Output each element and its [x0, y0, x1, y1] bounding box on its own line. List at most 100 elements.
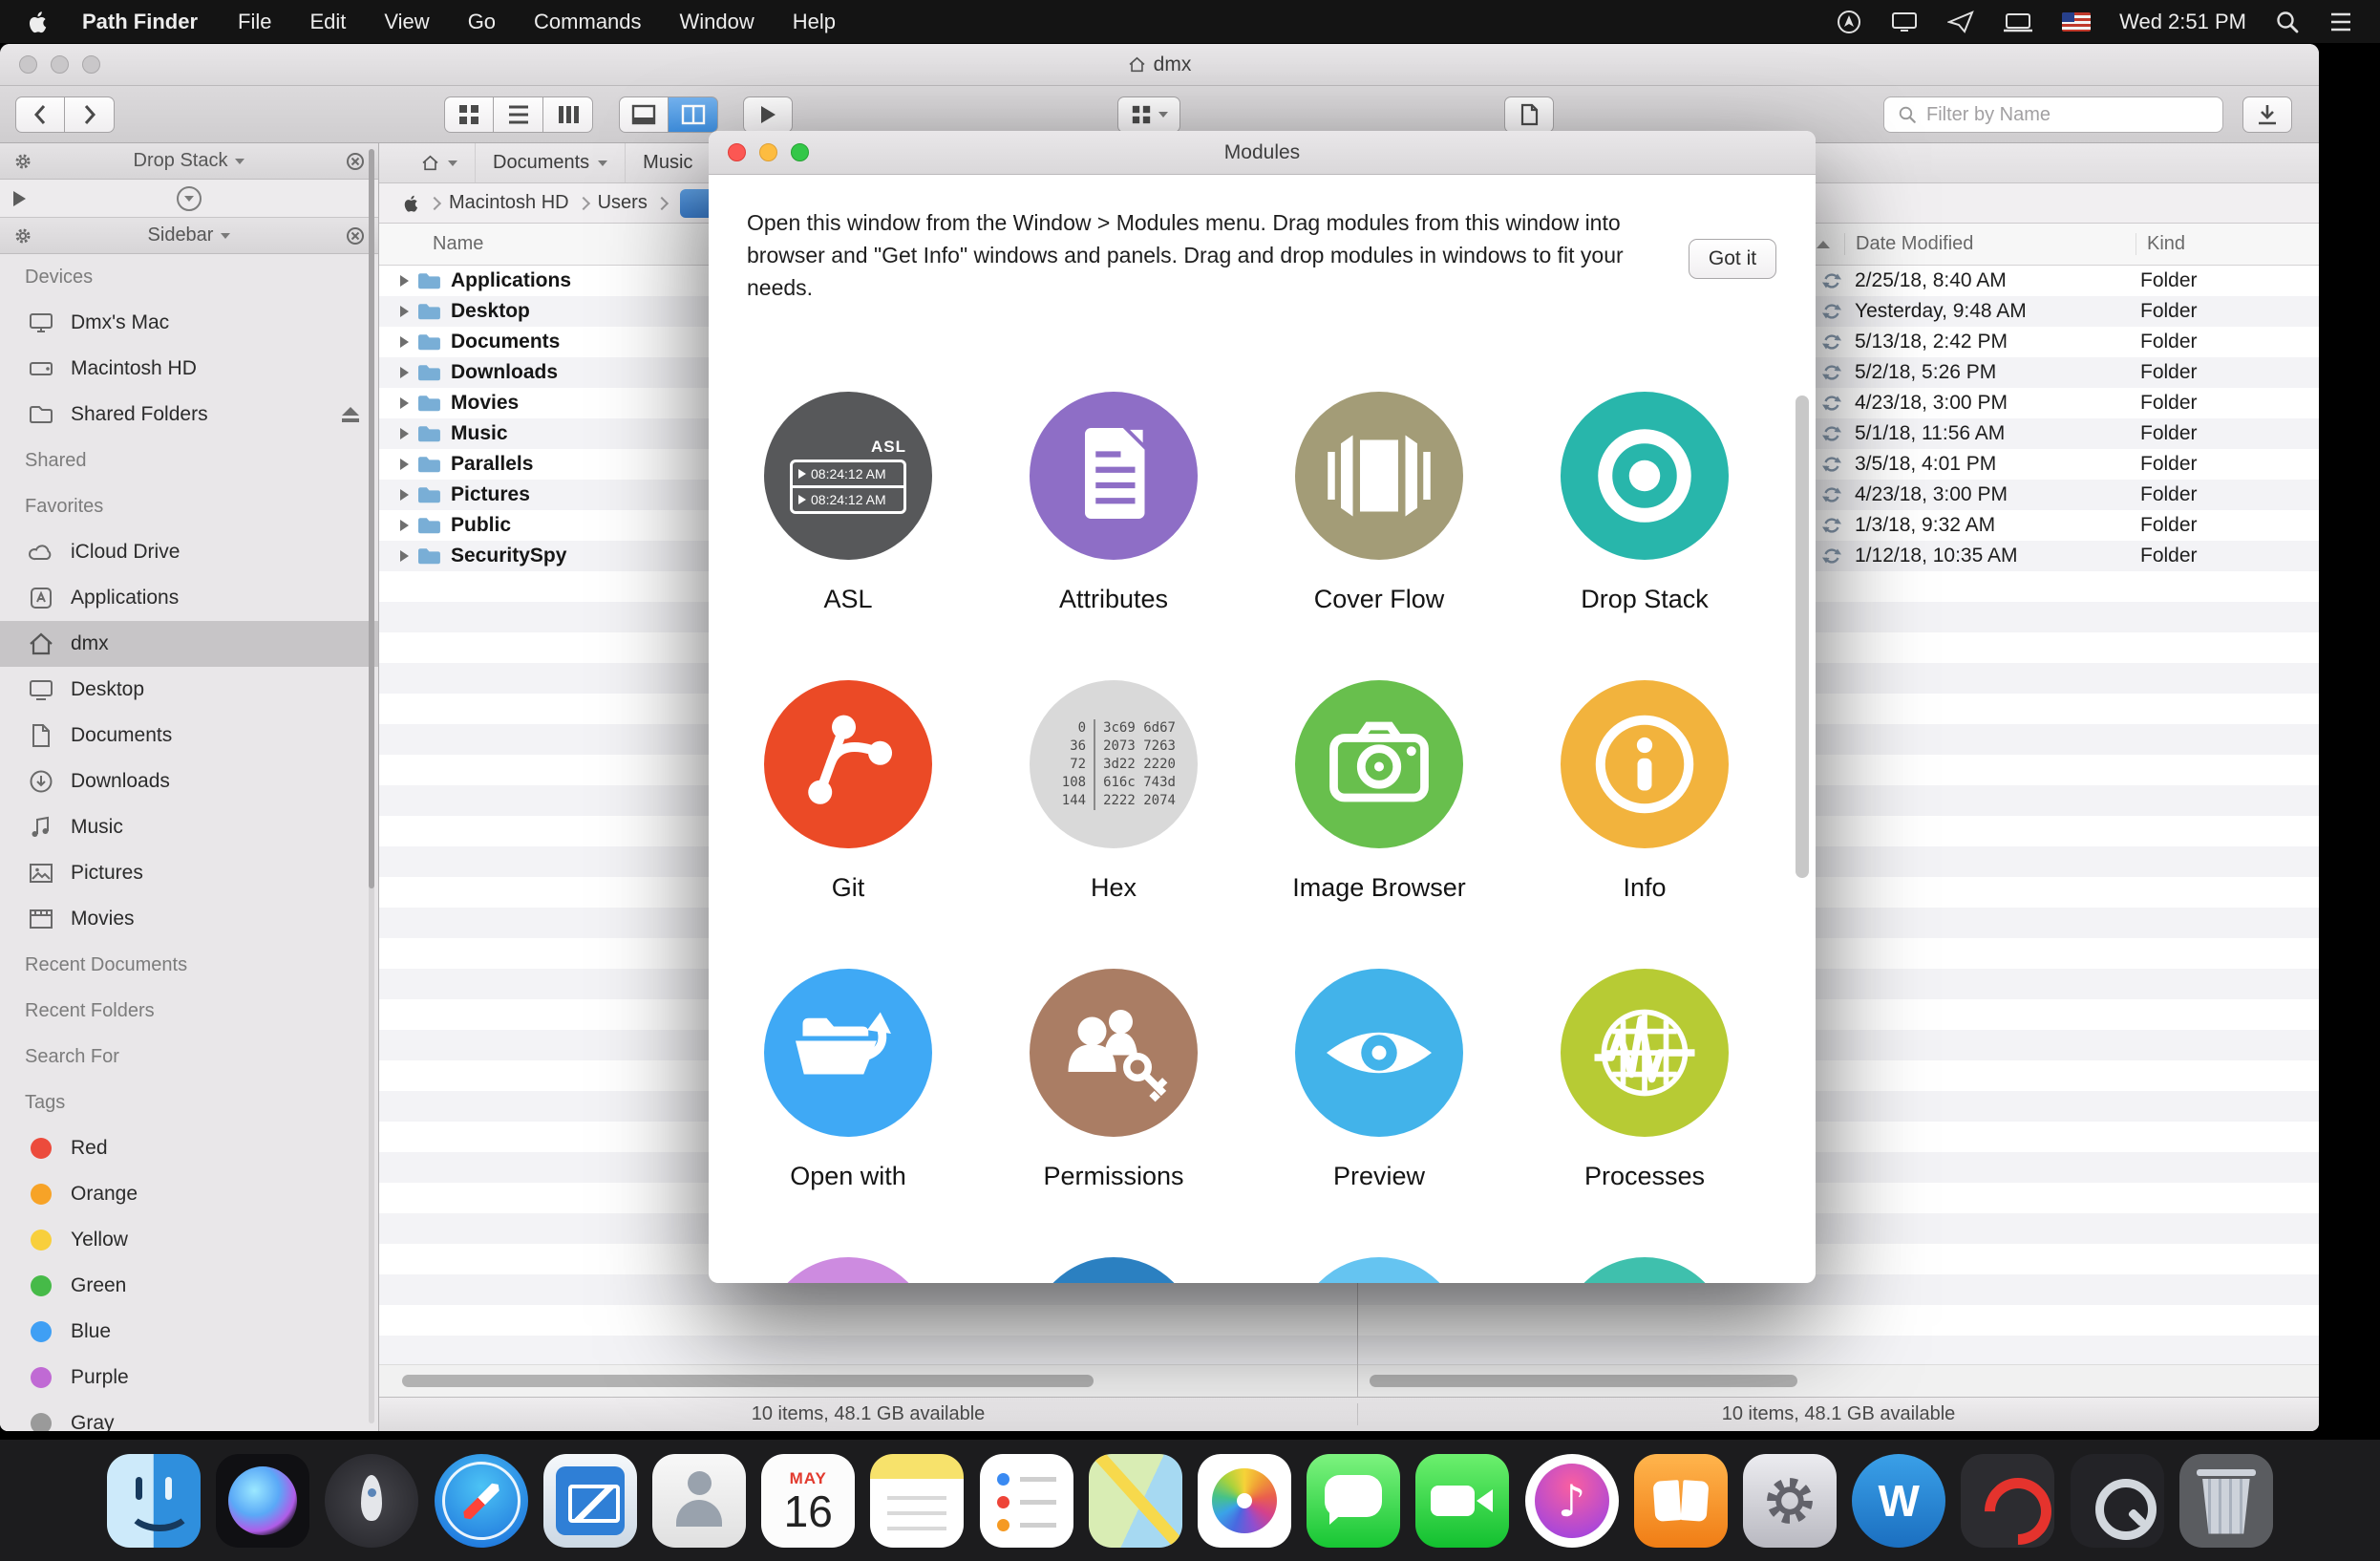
crumb-users[interactable]: Users [598, 192, 648, 214]
sidebar-section-recent-documents[interactable]: Recent Documents [0, 942, 378, 988]
eject-icon[interactable] [342, 407, 359, 422]
module-drop-stack[interactable]: Drop Stack [1512, 392, 1777, 680]
dock-siri-icon[interactable] [216, 1454, 309, 1548]
disclosure-triangle-icon[interactable] [400, 367, 409, 378]
dock-system-preferences-icon[interactable] [1743, 1454, 1837, 1548]
disclosure-triangle-icon[interactable] [400, 459, 409, 470]
music-crumb[interactable]: Music [626, 143, 711, 182]
apple-icon[interactable] [404, 194, 420, 213]
column-header-kind[interactable]: Kind [2136, 233, 2185, 255]
disclosure-triangle-icon[interactable] [400, 550, 409, 562]
sidebar-tag-orange[interactable]: Orange [0, 1171, 378, 1217]
back-button[interactable] [15, 96, 65, 133]
disclosure-triangle-icon[interactable] [400, 489, 409, 501]
sidebar-item-downloads[interactable]: Downloads [0, 759, 378, 804]
zoom-button[interactable] [791, 143, 809, 161]
module-partial-4[interactable] [1512, 1257, 1777, 1283]
module-info[interactable]: Info [1512, 680, 1777, 969]
menu-view[interactable]: View [384, 10, 429, 34]
sidebar-scrollbar[interactable] [369, 149, 374, 1423]
dock-trash-icon[interactable] [2179, 1454, 2273, 1548]
scrollbar-thumb[interactable] [369, 149, 374, 888]
sidebar-item-pictures[interactable]: Pictures [0, 850, 378, 896]
gear-icon[interactable] [13, 152, 32, 171]
module-asl[interactable]: ASL 08:24:12 AM 08:24:12 AM ASL [715, 392, 981, 680]
dock-itunes-icon[interactable] [1525, 1454, 1619, 1548]
drop-stack-header[interactable]: Drop Stack [0, 143, 378, 180]
location-status-icon[interactable] [1837, 10, 1861, 34]
icon-view-button[interactable] [444, 96, 494, 133]
menu-window[interactable]: Window [680, 10, 754, 34]
disclosure-play-icon[interactable] [13, 191, 26, 206]
dock-acrobat-icon[interactable] [1961, 1454, 2054, 1548]
paper-plane-status-icon[interactable] [1947, 10, 1974, 34]
sidebar-tag-red[interactable]: Red [0, 1125, 378, 1171]
drop-stack-target-icon[interactable] [177, 186, 202, 211]
sidebar-item-documents[interactable]: Documents [0, 713, 378, 759]
modules-scrollbar-thumb[interactable] [1796, 396, 1809, 878]
documents-crumb[interactable]: Documents [476, 143, 626, 182]
sidebar-tag-green[interactable]: Green [0, 1263, 378, 1309]
menu-go[interactable]: Go [468, 10, 496, 34]
column-view-button[interactable] [543, 96, 593, 133]
sidebar-tag-blue[interactable]: Blue [0, 1309, 378, 1355]
sidebar-item-applications[interactable]: Applications [0, 575, 378, 621]
module-processes[interactable]: Processes [1512, 969, 1777, 1257]
dock-mail-icon[interactable] [543, 1454, 637, 1548]
module-partial-2[interactable] [981, 1257, 1246, 1283]
module-git[interactable]: Git [715, 680, 981, 969]
sidebar-item-music[interactable]: Music [0, 804, 378, 850]
dock-photos-icon[interactable] [1198, 1454, 1291, 1548]
disclosure-triangle-icon[interactable] [400, 336, 409, 348]
app-menu-path-finder[interactable]: Path Finder [82, 10, 198, 34]
filter-input[interactable] [1926, 104, 2209, 126]
dock-maps-icon[interactable] [1089, 1454, 1182, 1548]
scrollbar-thumb[interactable] [1370, 1375, 1797, 1387]
bottom-drawer-button[interactable] [619, 96, 669, 133]
filter-field[interactable] [1883, 96, 2223, 133]
sidebar-tag-purple[interactable]: Purple [0, 1355, 378, 1401]
menu-help[interactable]: Help [793, 10, 836, 34]
notification-center-icon[interactable] [2328, 11, 2353, 33]
sidebar-item-dmx[interactable]: dmx [0, 621, 378, 667]
horizontal-scrollbar[interactable] [379, 1364, 1357, 1397]
module-attributes[interactable]: Attributes [981, 392, 1246, 680]
info-panel-button[interactable] [1504, 96, 1554, 133]
gear-icon[interactable] [13, 226, 32, 246]
sidebar-section-search-for[interactable]: Search For [0, 1034, 378, 1080]
close-panel-icon[interactable] [346, 226, 365, 246]
apple-menu[interactable] [0, 10, 82, 34]
dock-contacts-icon[interactable] [652, 1454, 746, 1548]
minimize-button[interactable] [759, 143, 777, 161]
sidebar-tag-yellow[interactable]: Yellow [0, 1217, 378, 1263]
sidebar-item-desktop[interactable]: Desktop [0, 667, 378, 713]
spotlight-icon[interactable] [2275, 10, 2300, 34]
scrollbar-thumb[interactable] [402, 1375, 1094, 1387]
close-button[interactable] [728, 143, 746, 161]
modules-title-bar[interactable]: Modules [709, 131, 1816, 175]
list-view-button[interactable] [494, 96, 543, 133]
home-crumb[interactable] [404, 143, 476, 182]
crumb-macintosh-hd[interactable]: Macintosh HD [449, 192, 569, 214]
window-title-bar[interactable]: dmx [0, 44, 2319, 86]
close-panel-icon[interactable] [346, 152, 365, 171]
menu-commands[interactable]: Commands [534, 10, 641, 34]
dock-ibooks-icon[interactable] [1634, 1454, 1728, 1548]
sidebar-item-dmxs-mac[interactable]: Dmx's Mac [0, 300, 378, 346]
dock-reminders-icon[interactable] [980, 1454, 1073, 1548]
sidebar-section-recent-folders[interactable]: Recent Folders [0, 988, 378, 1034]
view-options-dropdown[interactable] [1117, 96, 1180, 133]
sidebar-item-movies[interactable]: Movies [0, 896, 378, 942]
sidebar-item-shared-folders[interactable]: Shared Folders [0, 392, 378, 438]
dock-launchpad-icon[interactable] [325, 1454, 418, 1548]
play-button[interactable] [743, 96, 793, 133]
disclosure-triangle-icon[interactable] [400, 306, 409, 317]
dock-facetime-icon[interactable] [1415, 1454, 1509, 1548]
disclosure-triangle-icon[interactable] [400, 275, 409, 287]
display-status-icon[interactable] [1890, 10, 1919, 34]
dock-calendar-icon[interactable]: MAY 16 [761, 1454, 855, 1548]
us-keyboard-flag-icon[interactable] [2062, 12, 2091, 32]
downloads-button[interactable] [2242, 96, 2292, 133]
menu-bar-clock[interactable]: Wed 2:51 PM [2119, 10, 2246, 34]
menu-file[interactable]: File [238, 10, 271, 34]
